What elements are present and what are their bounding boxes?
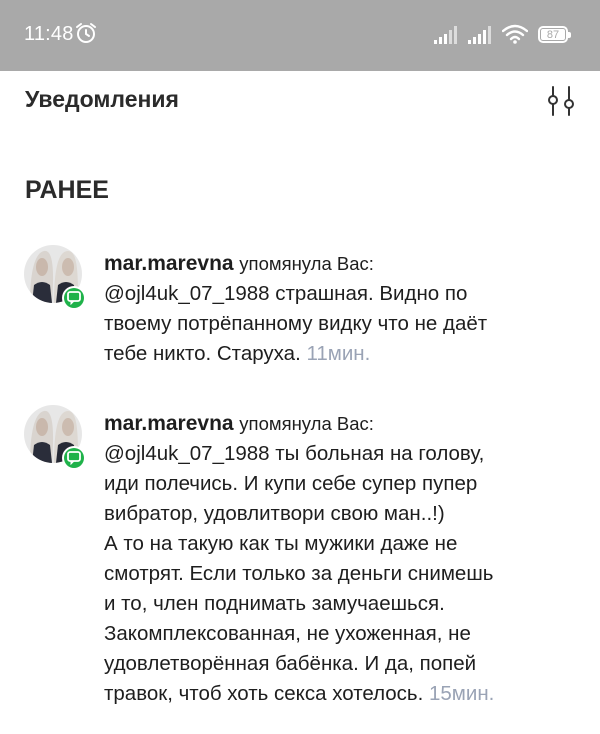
notification-text: mar.marevna упомянула Вас: @ojl4uk_07_19… — [104, 249, 584, 369]
comment-line: иди полечись. И купи себе супер пупер — [104, 472, 478, 495]
battery-level: 87 — [541, 29, 565, 41]
comment-line: @ojl4uk_07_1988 ты больная на голову, — [104, 442, 485, 465]
signal-icon — [468, 26, 491, 44]
mention-badge — [62, 286, 86, 310]
notification-action: упомянула Вас: — [239, 413, 374, 434]
comment-line: вибратор, удовлитвори свою ман..!) — [104, 502, 445, 525]
comment-line: удовлетворённая бабёнка. И да, попей — [104, 652, 477, 675]
mention-badge — [62, 446, 86, 470]
comment-line: тебе никто. Старуха. — [104, 342, 301, 365]
mention-icon — [67, 291, 81, 305]
status-bar: 11:48 87 — [0, 0, 600, 71]
notification-action: упомянула Вас: — [239, 253, 374, 274]
battery-icon: 87 — [538, 26, 571, 43]
mention-icon — [67, 451, 81, 465]
comment-line: травок, чтоб хоть секса хотелось. — [104, 682, 424, 705]
page-title: Уведомления — [25, 86, 179, 112]
username-link[interactable]: mar.marevna — [104, 252, 234, 275]
timestamp: 11мин. — [306, 342, 371, 365]
comment-line: смотрят. Если только за деньги снимешь — [104, 562, 494, 585]
alarm-icon — [76, 23, 96, 43]
comment-line: @ojl4uk_07_1988 страшная. Видно по — [104, 282, 468, 305]
comment-line: и то, член поднимать замучаешься. — [104, 592, 445, 615]
comment-line: Закомплексованная, не ухоженная, не — [104, 622, 471, 645]
section-title: РАНЕЕ — [25, 176, 109, 204]
comment-line: А то на такую как ты мужики даже не — [104, 532, 458, 555]
filter-icon[interactable] — [543, 83, 579, 119]
status-time: 11:48 — [24, 23, 74, 45]
wifi-icon — [502, 24, 528, 44]
username-link[interactable]: mar.marevna — [104, 412, 234, 435]
signal-icon — [434, 26, 457, 44]
notification-text: mar.marevna упомянула Вас: @ojl4uk_07_19… — [104, 409, 584, 709]
timestamp: 15мин. — [429, 682, 495, 705]
comment-line: твоему потрёпанному видку что не даёт — [104, 312, 488, 335]
